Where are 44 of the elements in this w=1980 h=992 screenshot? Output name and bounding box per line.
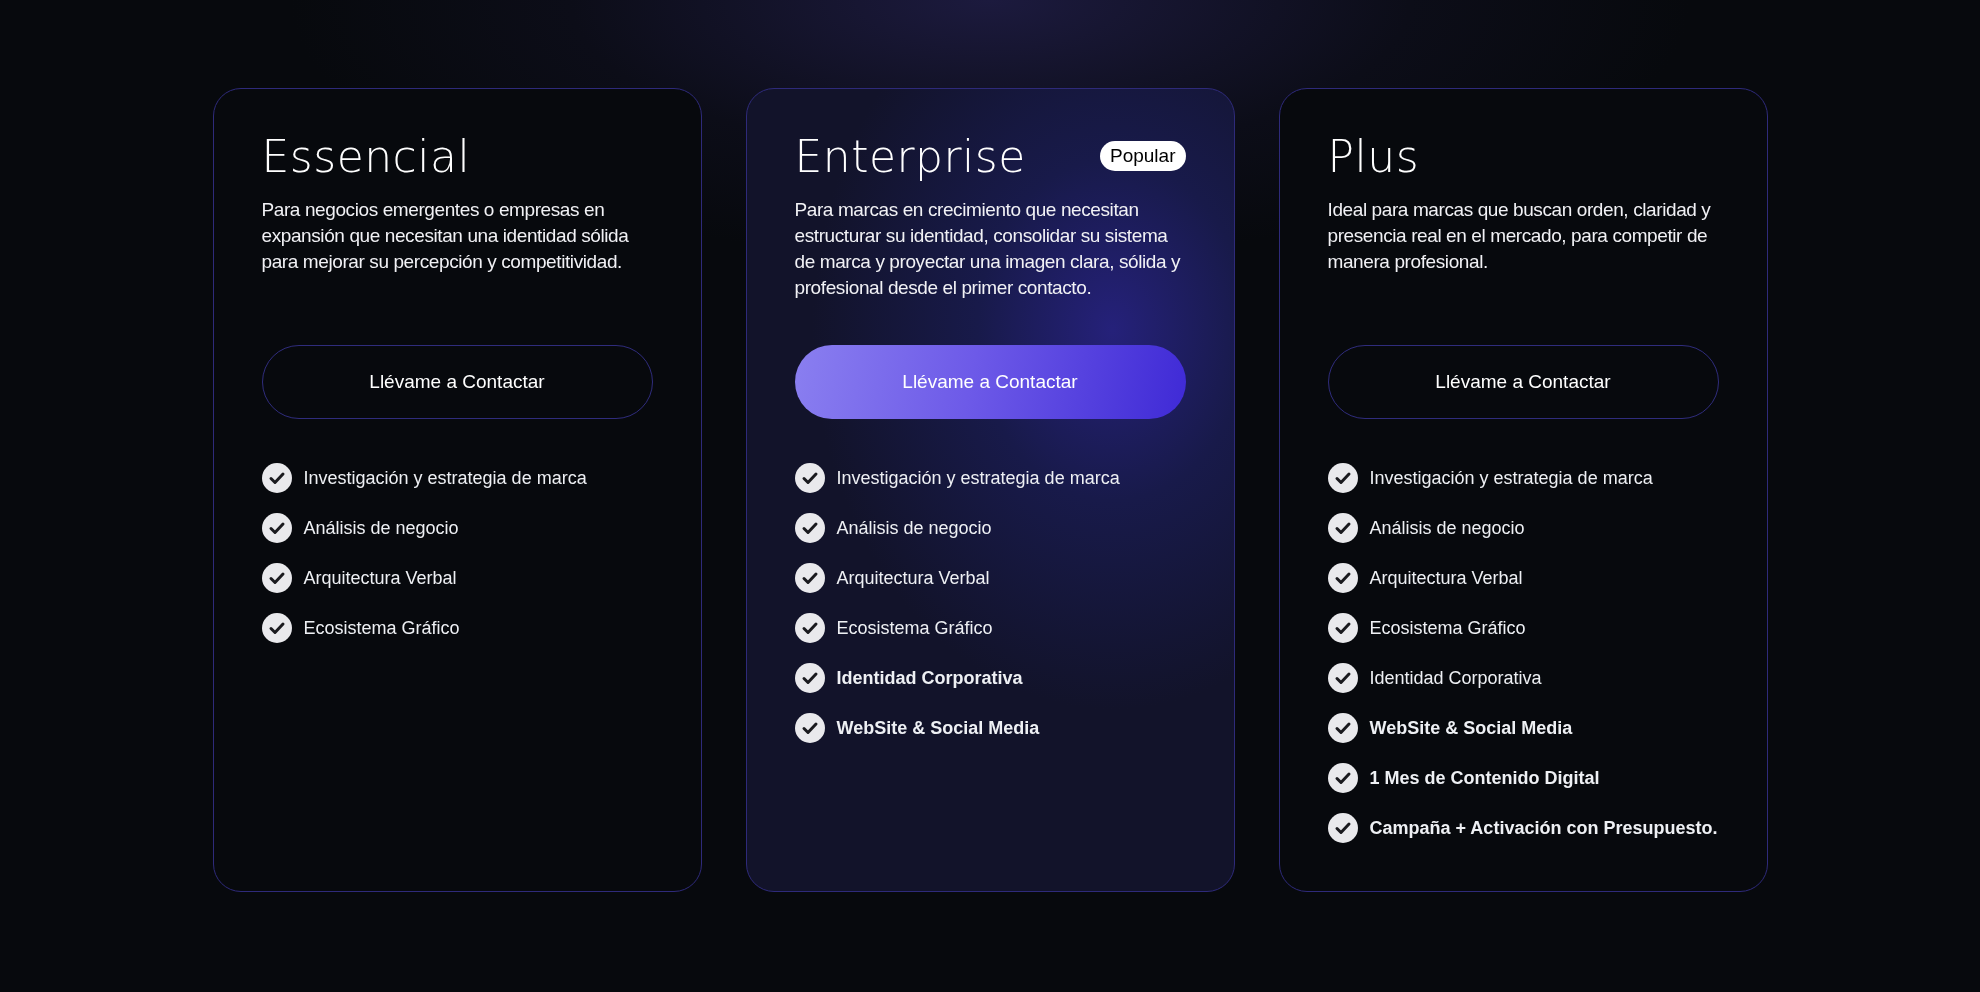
check-icon xyxy=(1327,813,1358,843)
feature-text: Arquitectura Verbal xyxy=(1369,567,1523,589)
feature-text: 1 Mes de Contenido Digital xyxy=(1369,767,1600,789)
check-icon xyxy=(261,613,292,643)
plan-title: Enterprise xyxy=(794,130,1026,182)
check-icon xyxy=(794,713,825,743)
feature-text: Identidad Corporativa xyxy=(836,667,1023,689)
feature-text: Ecosistema Gráfico xyxy=(303,617,460,639)
check-icon xyxy=(1327,713,1358,743)
feature-text: Ecosistema Gráfico xyxy=(1369,617,1526,639)
check-icon xyxy=(1327,513,1358,543)
feature-text: Investigación y estrategia de marca xyxy=(1369,467,1653,489)
feature-text: Análisis de negocio xyxy=(836,517,992,539)
check-icon xyxy=(261,563,292,593)
feature-text: Análisis de negocio xyxy=(1369,517,1525,539)
check-icon xyxy=(794,613,825,643)
plan-description: Para marcas en crecimiento que necesitan estructurar su identidad, consolidar su sistema de marca y proyectar una imagen clara, sólida y profesional desde el primer contacto. xyxy=(794,198,1182,300)
check-icon xyxy=(794,663,825,693)
check-icon xyxy=(1327,763,1358,793)
feature-text: Arquitectura Verbal xyxy=(836,567,990,589)
contact-button[interactable]: Llévame a Contactar xyxy=(794,345,1186,419)
check-icon xyxy=(1327,613,1358,643)
feature-text: Identidad Corporativa xyxy=(1369,667,1542,689)
feature-text: WebSite & Social Media xyxy=(836,717,1040,739)
plan-title: Plus xyxy=(1327,130,1420,182)
check-icon xyxy=(261,463,292,493)
plan-description: Ideal para marcas que buscan orden, claridad y presencia real en el mercado, para competir de manera profesional. xyxy=(1327,198,1712,274)
feature-text: Investigación y estrategia de marca xyxy=(836,467,1120,489)
feature-text: Ecosistema Gráfico xyxy=(836,617,993,639)
plan-title: Essencial xyxy=(261,130,471,182)
check-icon xyxy=(1327,663,1358,693)
check-icon xyxy=(1327,463,1358,493)
check-icon xyxy=(794,563,825,593)
check-icon xyxy=(261,513,292,543)
check-icon xyxy=(1327,563,1358,593)
feature-text: Análisis de negocio xyxy=(303,517,459,539)
feature-text: Investigación y estrategia de marca xyxy=(303,467,587,489)
check-icon xyxy=(794,513,825,543)
feature-text: WebSite & Social Media xyxy=(1369,717,1573,739)
check-icon xyxy=(794,463,825,493)
feature-text: Arquitectura Verbal xyxy=(303,567,457,589)
feature-text: Campaña + Activación con Presupuesto. xyxy=(1369,817,1718,839)
plan-description: Para negocios emergentes o empresas en expansión que necesitan una identidad sólida para mejorar su percepción y competitividad. xyxy=(261,198,630,274)
popular-badge: Popular xyxy=(1100,141,1186,171)
